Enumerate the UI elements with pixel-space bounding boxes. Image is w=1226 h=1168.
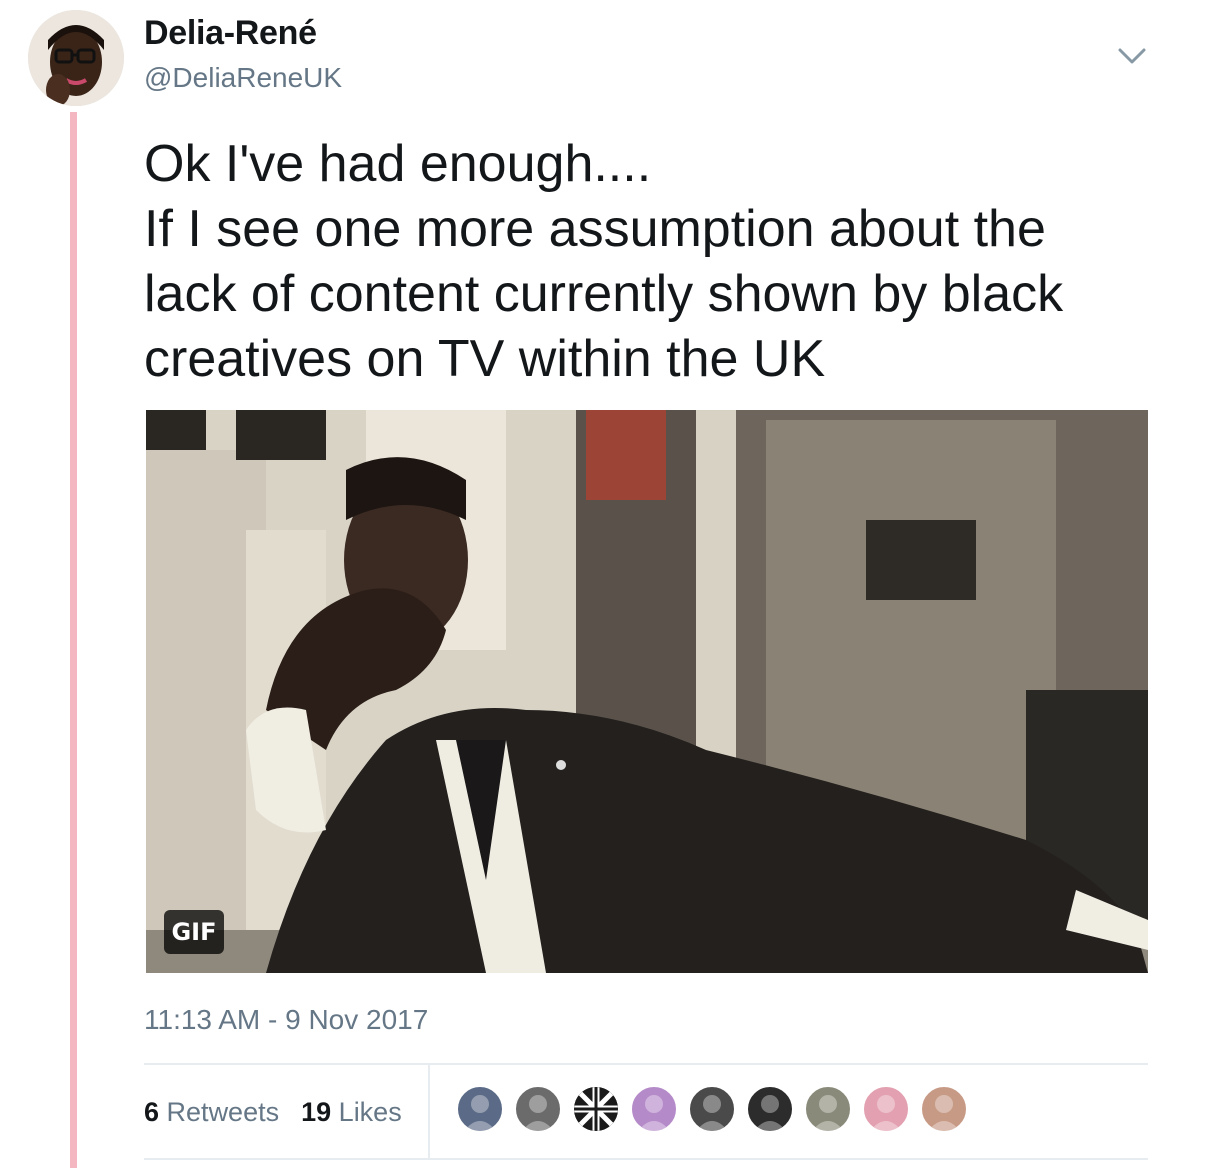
- tweet-stats: 6 Retweets 19 Likes: [144, 1064, 424, 1160]
- author-handle[interactable]: @DeliaReneUK: [144, 62, 342, 94]
- retweets-label: Retweets: [166, 1096, 280, 1127]
- liker-avatar-icon[interactable]: [862, 1085, 910, 1133]
- tweet-text-line: Ok I've had enough....: [144, 135, 652, 193]
- union-jack-avatar-icon[interactable]: [572, 1085, 620, 1133]
- likes-stat[interactable]: 19 Likes: [301, 1097, 402, 1128]
- gif-media[interactable]: GIF: [146, 410, 1148, 973]
- retweets-count: 6: [144, 1096, 160, 1127]
- chevron-down-icon[interactable]: [1112, 38, 1152, 74]
- liker-avatar-icon[interactable]: [456, 1085, 504, 1133]
- gif-badge: GIF: [164, 910, 224, 954]
- likes-label: Likes: [338, 1096, 402, 1127]
- divider-bottom: [144, 1158, 1148, 1160]
- tweet-timestamp[interactable]: 11:13 AM - 9 Nov 2017: [144, 1004, 428, 1036]
- gif-frame-image: [146, 410, 1148, 973]
- liker-avatar-icon[interactable]: [630, 1085, 678, 1133]
- liker-avatar-icon[interactable]: [688, 1085, 736, 1133]
- tweet-text-line: creatives on TV within the UK: [144, 330, 826, 388]
- author-avatar[interactable]: [28, 10, 124, 106]
- liker-avatar-icon[interactable]: [746, 1085, 794, 1133]
- retweets-stat[interactable]: 6 Retweets: [144, 1097, 279, 1128]
- stats-divider: [428, 1064, 430, 1160]
- tweet-text: Ok I've had enough.... If I see one more…: [144, 132, 1164, 392]
- thread-connector-line: [70, 112, 77, 1168]
- liker-avatar-icon[interactable]: [920, 1085, 968, 1133]
- tweet-text-line: If I see one more assumption about the: [144, 200, 1046, 258]
- author-name[interactable]: Delia-René: [144, 14, 317, 53]
- liker-avatar-icon[interactable]: [514, 1085, 562, 1133]
- liker-avatar-icon[interactable]: [804, 1085, 852, 1133]
- author-avatar-image: [28, 10, 124, 106]
- liker-avatars: [456, 1085, 978, 1133]
- likes-count: 19: [301, 1096, 332, 1127]
- tweet-text-line: lack of content currently shown by black: [144, 265, 1064, 323]
